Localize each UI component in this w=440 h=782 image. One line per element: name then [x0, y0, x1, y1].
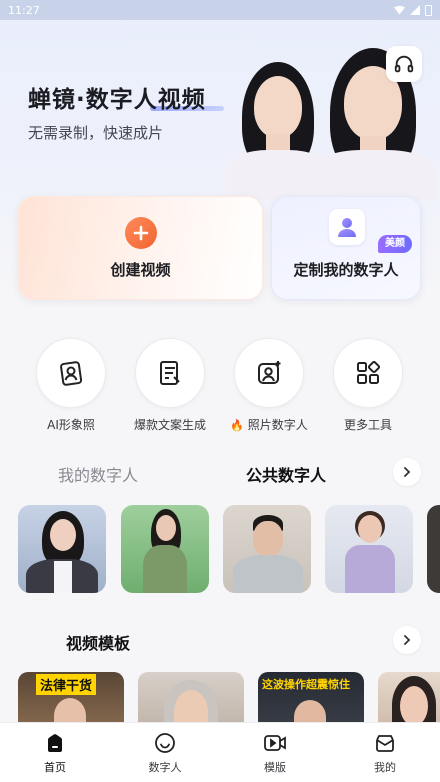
nav-label: 我的	[374, 761, 396, 774]
nav-label: 数字人	[148, 761, 182, 774]
home-icon	[43, 731, 67, 755]
photo-sparkle-icon	[258, 361, 281, 384]
fire-icon: 🔥	[230, 419, 244, 432]
tool-more-circle	[333, 338, 403, 408]
portrait-card-icon	[60, 361, 83, 386]
status-time: 11:27	[8, 3, 40, 17]
bottom-navigation: 首页 数字人 模版 我的	[0, 722, 440, 782]
nav-profile[interactable]: 我的	[355, 731, 415, 775]
custom-avatar-label: 定制我的数字人	[293, 261, 399, 279]
avatar-card[interactable]	[121, 505, 209, 593]
tool-copywriting-circle	[135, 338, 205, 408]
profile-envelope-icon	[373, 731, 397, 755]
headset-icon	[394, 55, 414, 73]
nav-avatars[interactable]: 数字人	[135, 731, 195, 775]
grid-shapes-icon	[357, 360, 381, 384]
create-video-card[interactable]: 创建视频	[18, 196, 263, 300]
public-avatar-list	[0, 505, 440, 595]
tab-public-avatars[interactable]: 公共数字人	[246, 462, 326, 486]
tool-label: 爆款文案生成	[133, 418, 206, 432]
template-caption: 这波操作超震惊住	[262, 678, 350, 691]
tool-copywriting[interactable]: 爆款文案生成	[134, 338, 206, 432]
tool-label-text: 照片数字人	[247, 418, 308, 432]
avatars-more-button[interactable]	[393, 458, 421, 486]
tool-photo-avatar[interactable]: 🔥 照片数字人	[230, 338, 308, 432]
video-play-icon	[263, 731, 287, 755]
tool-ai-portrait-circle	[36, 338, 106, 408]
status-icons	[394, 4, 432, 16]
hero-subtitle: 无需录制，快速成片	[28, 124, 164, 142]
smile-face-icon	[153, 731, 177, 755]
person-icon	[329, 209, 365, 245]
tool-label: 🔥 照片数字人	[214, 416, 324, 433]
plus-icon	[125, 217, 157, 249]
hero-title: 蝉镜·数字人视频	[28, 87, 206, 113]
wifi-icon	[394, 5, 405, 15]
avatar-tabs: 我的数字人 公共数字人	[0, 458, 440, 488]
chevron-right-icon	[404, 467, 411, 477]
customer-service-button[interactable]	[386, 46, 422, 82]
tool-more[interactable]: 更多工具	[333, 338, 403, 432]
avatar-card[interactable]	[18, 505, 106, 593]
tool-label: 更多工具	[343, 418, 392, 432]
templates-more-button[interactable]	[393, 626, 421, 654]
signal-icon	[410, 5, 420, 15]
status-bar: 11:27	[0, 0, 440, 20]
nav-templates[interactable]: 模版	[245, 731, 305, 775]
avatar-card[interactable]	[223, 505, 311, 593]
chevron-right-icon	[404, 635, 411, 645]
nav-label: 首页	[44, 761, 66, 774]
nav-home[interactable]: 首页	[25, 731, 85, 775]
nav-label: 模版	[264, 761, 286, 774]
tab-my-avatars[interactable]: 我的数字人	[58, 462, 138, 486]
document-pen-icon	[160, 361, 180, 385]
templates-title: 视频模板	[66, 634, 131, 653]
avatar-card[interactable]	[427, 505, 440, 593]
tool-photo-avatar-circle	[234, 338, 304, 408]
tool-ai-portrait[interactable]: AI形象照	[36, 338, 106, 432]
battery-icon	[425, 4, 432, 16]
tool-label: AI形象照	[47, 418, 95, 432]
custom-avatar-card[interactable]: 美颜 定制我的数字人	[271, 196, 421, 300]
beauty-badge: 美颜	[378, 235, 412, 253]
template-caption: 法律干货	[36, 674, 97, 695]
create-video-label: 创建视频	[110, 261, 171, 279]
avatar-card[interactable]	[325, 505, 413, 593]
